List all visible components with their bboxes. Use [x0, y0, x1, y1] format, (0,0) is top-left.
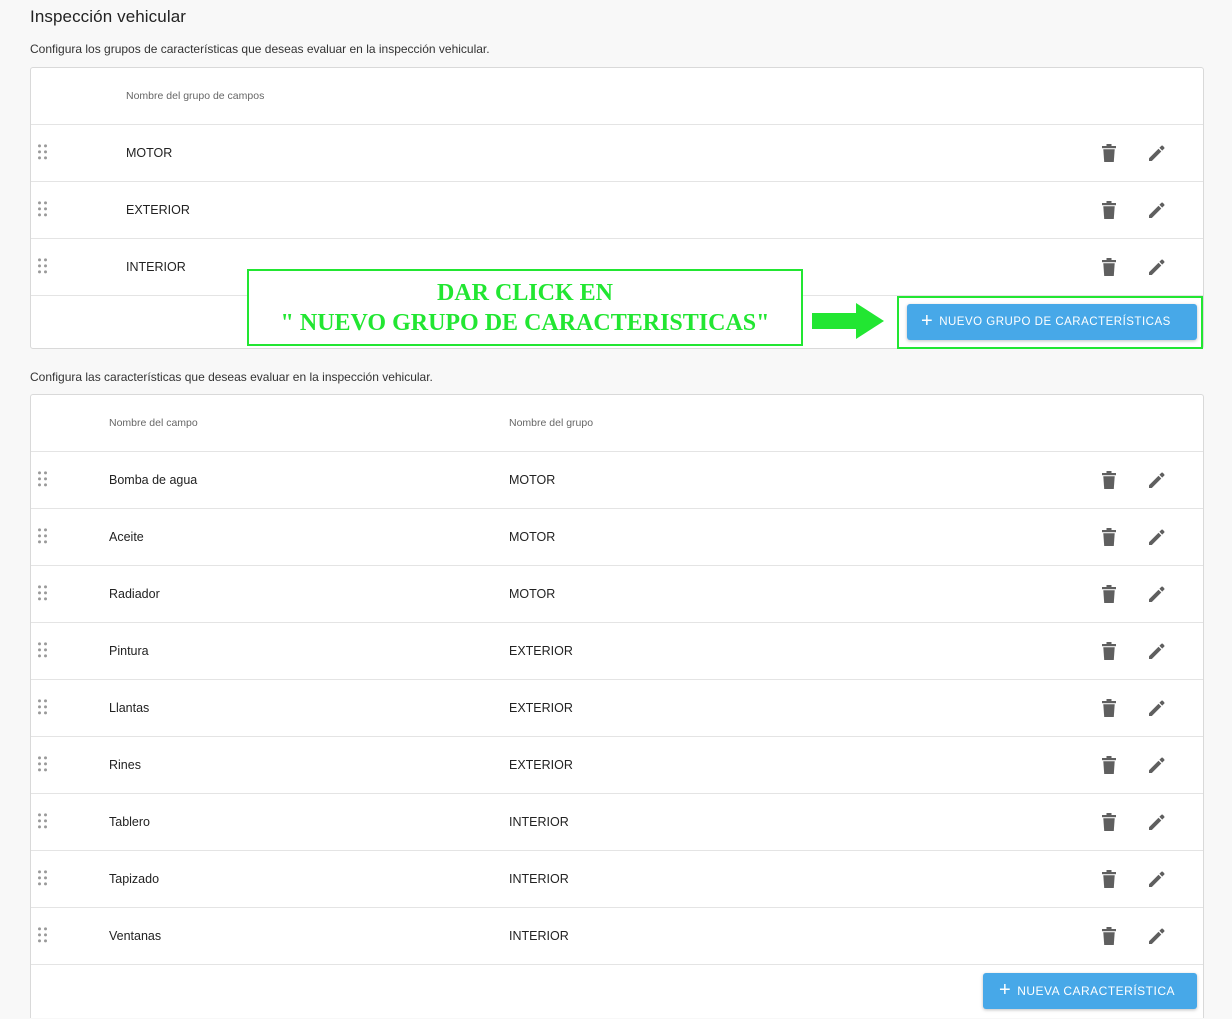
trash-icon[interactable]: [1098, 583, 1120, 605]
new-field-button-label: NUEVA CARACTERÍSTICA: [1017, 984, 1175, 998]
field-name: Ventanas: [109, 929, 162, 943]
field-group: EXTERIOR: [509, 758, 573, 772]
drag-handle-icon[interactable]: [38, 585, 48, 601]
field-name: Tablero: [109, 815, 150, 829]
drag-handle-icon[interactable]: [38, 144, 48, 160]
field-group: INTERIOR: [509, 929, 569, 943]
pencil-icon[interactable]: [1146, 640, 1168, 662]
pencil-icon[interactable]: [1146, 142, 1168, 164]
trash-icon[interactable]: [1098, 754, 1120, 776]
pencil-icon[interactable]: [1146, 583, 1168, 605]
field-row: Radiador MOTOR: [31, 566, 1203, 623]
drag-handle-icon[interactable]: [38, 870, 48, 886]
trash-icon[interactable]: [1098, 868, 1120, 890]
plus-icon: +: [999, 979, 1012, 1001]
field-group: EXTERIOR: [509, 701, 573, 715]
drag-handle-icon[interactable]: [38, 642, 48, 658]
pencil-icon[interactable]: [1146, 754, 1168, 776]
drag-handle-icon[interactable]: [38, 699, 48, 715]
groups-table-header: Nombre del grupo de campos: [31, 68, 1203, 125]
field-group: INTERIOR: [509, 815, 569, 829]
pencil-icon[interactable]: [1146, 697, 1168, 719]
group-name: INTERIOR: [126, 260, 186, 274]
field-row: Llantas EXTERIOR: [31, 680, 1203, 737]
column-header-group-name: Nombre del grupo de campos: [126, 90, 265, 102]
column-header-field-name: Nombre del campo: [109, 417, 198, 429]
fields-table-header: Nombre del campo Nombre del grupo: [31, 395, 1203, 452]
group-row: MOTOR: [31, 125, 1203, 182]
group-row: EXTERIOR: [31, 182, 1203, 239]
field-name: Pintura: [109, 644, 149, 658]
field-name: Bomba de agua: [109, 473, 198, 487]
field-name: Llantas: [109, 701, 150, 715]
pencil-icon[interactable]: [1146, 256, 1168, 278]
page-title: Inspección vehicular: [30, 7, 187, 26]
field-row: Pintura EXTERIOR: [31, 623, 1203, 680]
trash-icon[interactable]: [1098, 142, 1120, 164]
field-row: Tapizado INTERIOR: [31, 851, 1203, 908]
group-name: MOTOR: [126, 146, 173, 160]
pencil-icon[interactable]: [1146, 526, 1168, 548]
field-group: EXTERIOR: [509, 644, 573, 658]
trash-icon[interactable]: [1098, 697, 1120, 719]
trash-icon[interactable]: [1098, 526, 1120, 548]
annotation-highlight: [897, 296, 1203, 349]
drag-handle-icon[interactable]: [38, 756, 48, 772]
field-row: Rines EXTERIOR: [31, 737, 1203, 794]
trash-icon[interactable]: [1098, 640, 1120, 662]
field-group: MOTOR: [509, 530, 556, 544]
field-name: Radiador: [109, 587, 160, 601]
field-row: Tablero INTERIOR: [31, 794, 1203, 851]
field-group: MOTOR: [509, 473, 556, 487]
pencil-icon[interactable]: [1146, 469, 1168, 491]
trash-icon[interactable]: [1098, 925, 1120, 947]
trash-icon[interactable]: [1098, 256, 1120, 278]
drag-handle-icon[interactable]: [38, 813, 48, 829]
fields-table-footer: + NUEVA CARACTERÍSTICA: [31, 965, 1203, 1019]
drag-handle-icon[interactable]: [38, 258, 48, 274]
field-row: Ventanas INTERIOR: [31, 908, 1203, 965]
annotation-line-1: DAR CLICK EN: [436, 279, 613, 306]
field-row: Bomba de agua MOTOR: [31, 452, 1203, 509]
groups-description: Configura los grupos de características …: [30, 42, 490, 56]
trash-icon[interactable]: [1098, 811, 1120, 833]
pencil-icon[interactable]: [1146, 199, 1168, 221]
field-row: Aceite MOTOR: [31, 509, 1203, 566]
pencil-icon[interactable]: [1146, 925, 1168, 947]
trash-icon[interactable]: [1098, 199, 1120, 221]
drag-handle-icon[interactable]: [38, 201, 48, 217]
annotation-callout: DAR CLICK EN " NUEVO GRUPO DE CARACTERIS…: [247, 269, 803, 346]
trash-icon[interactable]: [1098, 469, 1120, 491]
drag-handle-icon[interactable]: [38, 471, 48, 487]
field-name: Rines: [109, 758, 141, 772]
field-group: INTERIOR: [509, 872, 569, 886]
annotation-arrow-icon: [812, 303, 884, 339]
drag-handle-icon[interactable]: [38, 528, 48, 544]
fields-table: Nombre del campo Nombre del grupo Bomba …: [30, 394, 1204, 1018]
column-header-group-name: Nombre del grupo: [509, 417, 594, 429]
new-field-button[interactable]: + NUEVA CARACTERÍSTICA: [983, 973, 1197, 1009]
group-name: EXTERIOR: [126, 203, 190, 217]
pencil-icon[interactable]: [1146, 868, 1168, 890]
field-name: Aceite: [109, 530, 144, 544]
annotation-line-2: " NUEVO GRUPO DE CARACTERISTICAS": [280, 309, 770, 336]
drag-handle-icon[interactable]: [38, 927, 48, 943]
pencil-icon[interactable]: [1146, 811, 1168, 833]
fields-description: Configura las características que deseas…: [30, 370, 433, 384]
field-name: Tapizado: [109, 872, 160, 886]
field-group: MOTOR: [509, 587, 556, 601]
